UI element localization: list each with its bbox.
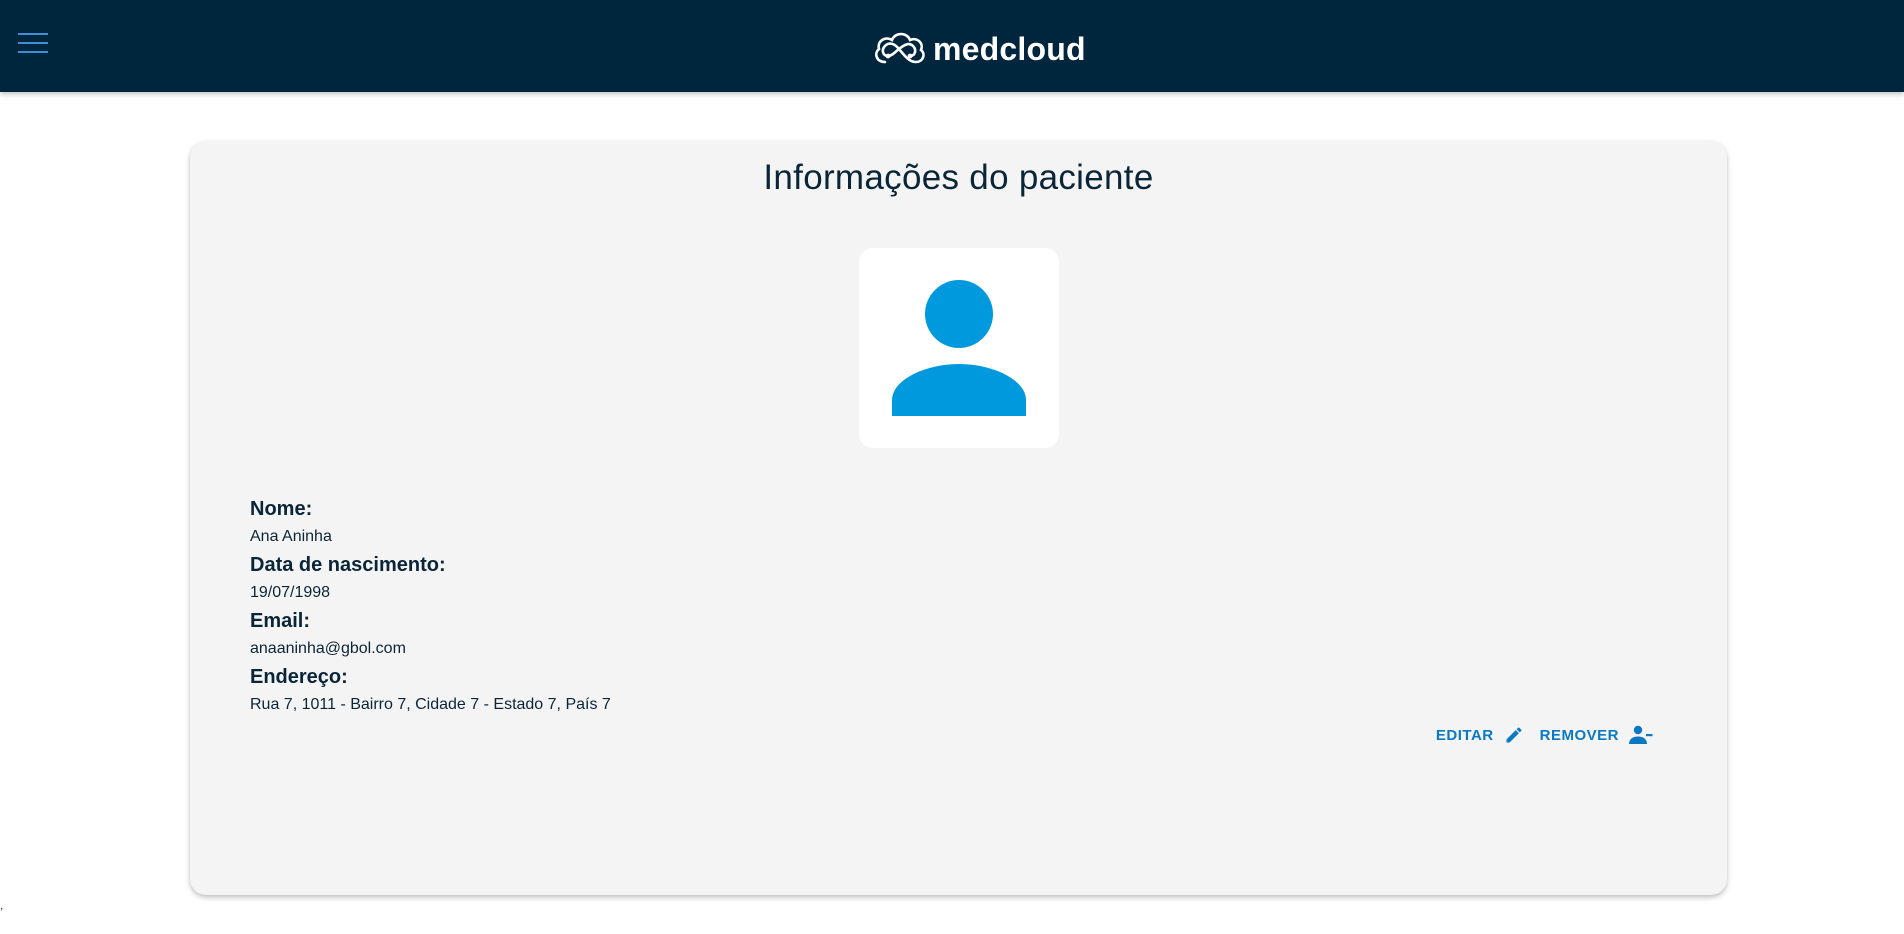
name-label: Nome:	[250, 498, 313, 520]
stray-comma: ,	[0, 898, 4, 912]
email-label: Email:	[250, 610, 311, 632]
patient-actions: EDITAR REMOVER	[1428, 720, 1661, 750]
page-title: Informações do paciente	[763, 158, 1154, 197]
address-value: Rua 7, 1011 - Bairro 7, Cidade 7 - Estad…	[250, 696, 611, 713]
patient-info-card: Informações do paciente Nome: Ana Aninha…	[190, 141, 1727, 895]
app-bar: medcloud	[0, 0, 1904, 92]
patient-avatar	[859, 248, 1059, 448]
menu-icon	[18, 33, 48, 53]
edit-button-label: EDITAR	[1435, 726, 1494, 744]
email-value: anaaninha@gbol.com	[250, 640, 406, 657]
name-value: Ana Aninha	[250, 528, 332, 545]
menu-button[interactable]	[6, 20, 60, 66]
remove-button-label: REMOVER	[1539, 726, 1619, 744]
birthdate-label: Data de nascimento:	[250, 554, 446, 576]
birthdate-value: 19/07/1998	[250, 584, 331, 601]
pencil-icon	[1504, 725, 1524, 745]
edit-button[interactable]: EDITAR	[1428, 720, 1532, 750]
address-label: Endereço:	[250, 666, 348, 688]
remove-button[interactable]: REMOVER	[1532, 720, 1661, 750]
patient-fields: Nome: Ana Aninha Data de nascimento: 19/…	[250, 495, 950, 719]
person-remove-icon	[1629, 725, 1653, 745]
medcloud-logo[interactable]: medcloud	[871, 26, 1086, 72]
medcloud-logo-icon	[875, 32, 925, 64]
logo-text: medcloud	[933, 31, 1086, 67]
person-icon	[892, 280, 1026, 416]
